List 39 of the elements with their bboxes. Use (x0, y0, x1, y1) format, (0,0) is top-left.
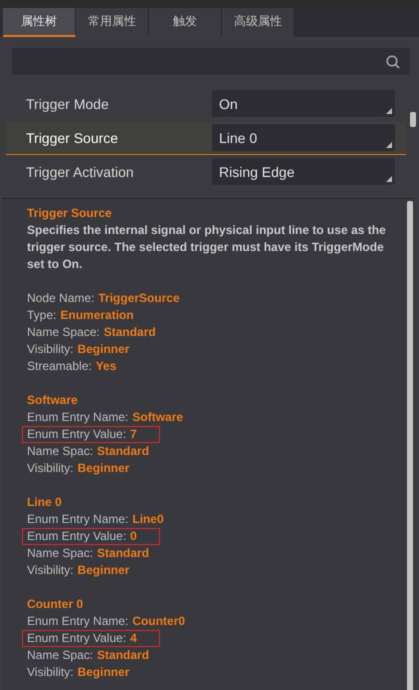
tab[interactable]: 触发 (149, 8, 222, 37)
scrollbar-thumb[interactable] (410, 112, 416, 127)
property-name: Trigger Source (26, 130, 118, 146)
property-row[interactable]: Trigger Mode On (6, 87, 406, 121)
info-line: Enum Entry Name: Counter0 (26, 613, 186, 630)
info-line: Enum Entry Name: Line0 (26, 511, 165, 528)
info-line: Streamable: Yes (26, 358, 118, 375)
resize-grip-icon (386, 176, 392, 182)
info-line: Visibility: Beginner (26, 562, 130, 579)
entry-title: Line 0 (27, 494, 63, 511)
description: Specifies the internal signal or physical input line to use as the trigger source. The selected trigger must have its TriggerMode set to On. (27, 222, 387, 273)
property-name: Trigger Activation (26, 164, 134, 180)
value-dropdown[interactable]: Line 0 (212, 124, 395, 151)
tab[interactable]: 常用属性 (76, 8, 149, 37)
property-row[interactable]: Trigger Source Line 0 (6, 121, 406, 155)
info-line: Visibility: Beginner (26, 664, 130, 681)
property-name: Trigger Mode (26, 96, 109, 112)
value-dropdown[interactable]: Rising Edge (212, 158, 395, 185)
info-line: Type: Enumeration (26, 307, 135, 324)
info-line: Visibility: Beginner (26, 460, 130, 477)
tab[interactable]: 属性树 (3, 8, 76, 37)
info-line: Name Spac: Standard (26, 443, 150, 460)
search-icon (386, 54, 400, 68)
info-line: Name Spac: Standard (26, 545, 150, 562)
entry-title: Counter 0 (27, 596, 84, 613)
info-line: Node Name: TriggerSource (26, 290, 181, 307)
tooltip-title: Trigger Source (27, 205, 113, 222)
value-dropdown[interactable]: On (212, 90, 395, 117)
info-line: Visibility: Beginner (26, 341, 130, 358)
info-line: Name Spac: Standard (26, 647, 150, 664)
info-line: Enum Entry Name: Software (26, 409, 184, 426)
entry-title: Software (27, 392, 79, 409)
property-row[interactable]: Trigger Activation Rising Edge (6, 155, 406, 189)
info-line: Name Space: Standard (26, 324, 157, 341)
resize-grip-icon (386, 108, 392, 114)
tab[interactable]: 高级属性 (222, 8, 295, 37)
search-field[interactable] (12, 48, 410, 75)
scrollbar-thumb[interactable] (407, 201, 413, 690)
resize-grip-icon (386, 142, 392, 148)
